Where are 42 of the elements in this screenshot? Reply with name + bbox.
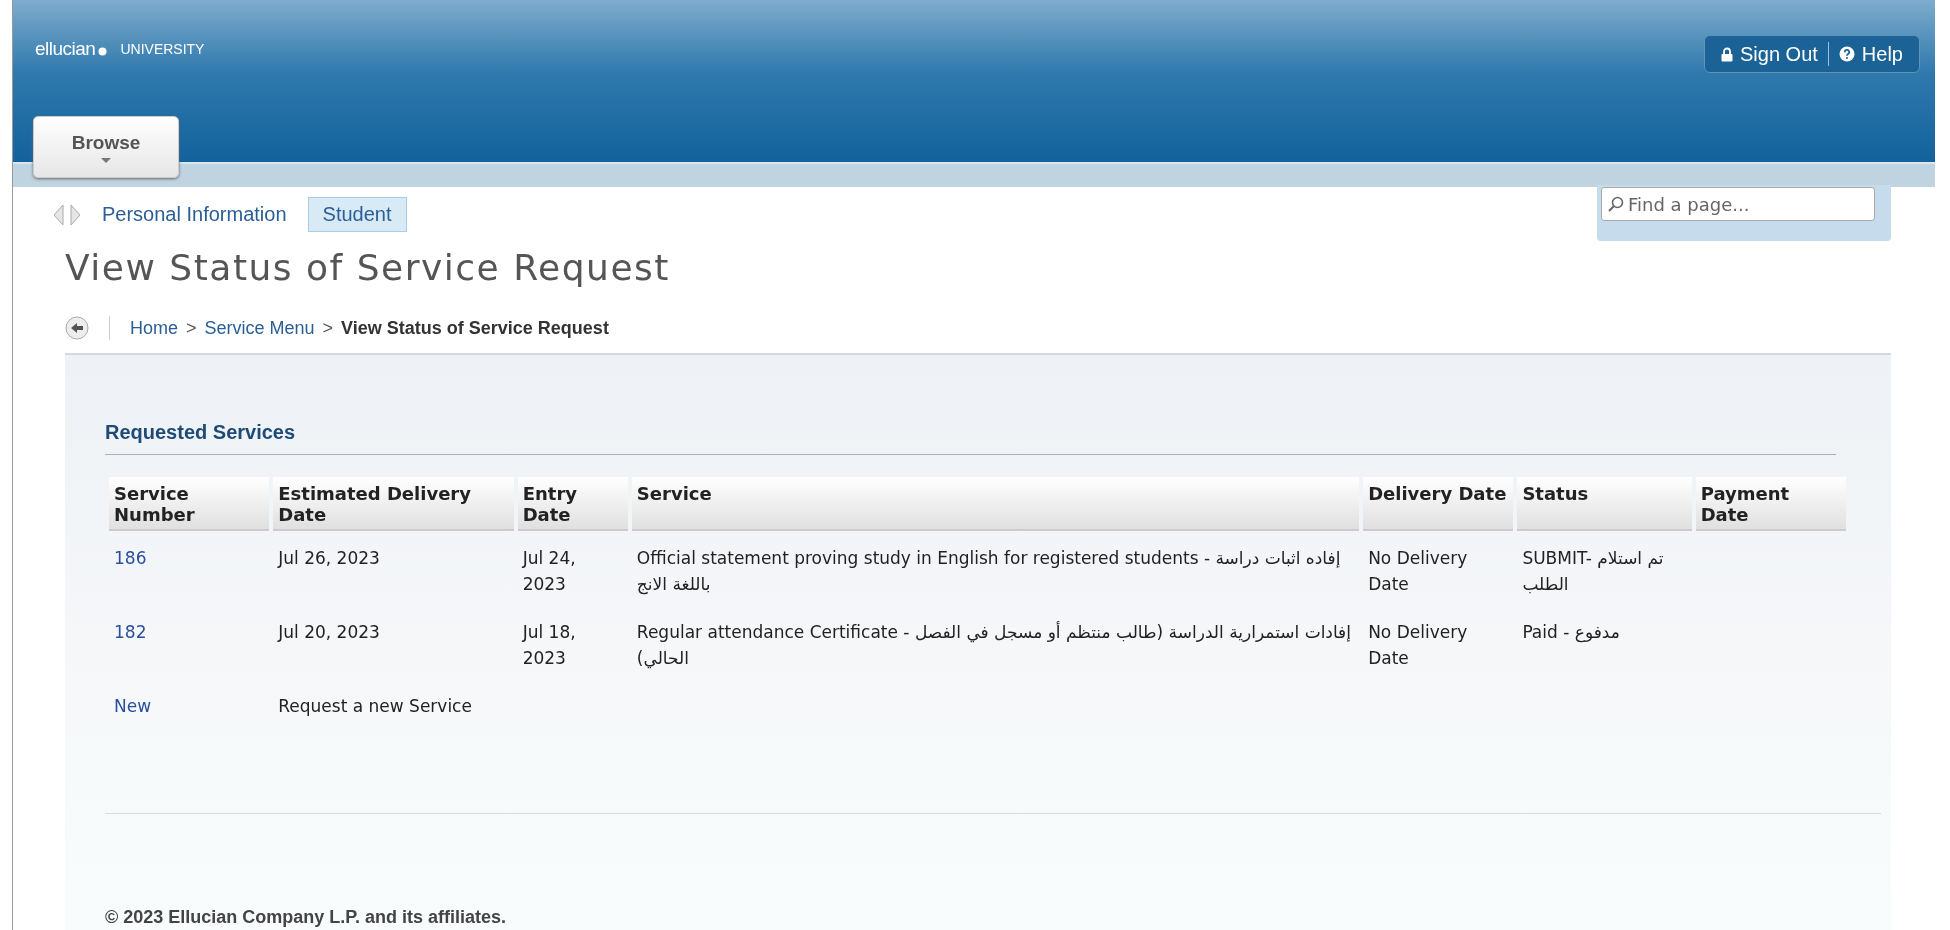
breadcrumb-separator: > (322, 317, 334, 339)
column-header: Estimated Delivery Date (273, 477, 514, 531)
browse-tab[interactable]: Browse (33, 116, 179, 178)
column-header: Delivery Date (1363, 477, 1514, 531)
table-cell-text: No Delivery Date (1367, 547, 1469, 596)
table-cell-text: SUBMIT- تم استلام الطلب (1521, 547, 1665, 596)
help-link[interactable]: Help (1838, 42, 1903, 66)
breadcrumb-link[interactable]: Service Menu (204, 317, 315, 339)
column-header: Entry Date (517, 477, 628, 531)
column-header: Status (1517, 477, 1692, 531)
logo-subtitle: UNIVERSITY (120, 41, 205, 57)
right-arrow-icon (70, 203, 81, 226)
table-cell-text: Jul 24, 2023 (521, 547, 577, 596)
nav-tab[interactable]: Personal Information (87, 197, 302, 232)
nav-tab[interactable]: Student (307, 197, 407, 232)
service-number-link[interactable]: 186 (114, 548, 147, 568)
column-header: Service (631, 477, 1360, 531)
column-header: Service Number (109, 477, 270, 531)
breadcrumb-link[interactable]: Home (130, 317, 178, 339)
table-cell-text: Paid - مدفوع (1521, 621, 1621, 645)
lock-icon (1721, 46, 1734, 62)
left-arrow-icon (53, 203, 64, 226)
breadcrumb-separator: > (186, 317, 197, 339)
logo-text: ellucian (35, 38, 96, 60)
table-cell-text: Regular attendance Certificate - إفادات استمرارية الدراسة (طالب منتظم أو مسجل في الفصل الحالي) (635, 620, 1352, 671)
table-cell-text: No Delivery Date (1367, 621, 1469, 670)
service-number-link[interactable]: New (114, 696, 152, 716)
table-cell-text: Jul 18, 2023 (521, 621, 577, 670)
page-title: View Status of Service Request (64, 246, 671, 290)
copyright-text: © 2023 Ellucian Company L.P. and its affiliates. (105, 907, 507, 928)
table-cell-text: Official statement proving study in English for registered students - إفاده اثبات دراسة باللغة الانج (635, 547, 1342, 597)
question-icon (1838, 46, 1855, 62)
search-icon (1608, 196, 1624, 212)
table-cell-text: Request a new Service (277, 695, 473, 718)
column-header: Payment Date (1695, 477, 1846, 531)
search-field[interactable]: Find a page... (1601, 187, 1875, 221)
table-cell-text: Jul 26, 2023 (276, 547, 381, 570)
breadcrumb-current: View Status of Service Request (341, 317, 609, 339)
service-number-link[interactable]: 182 (114, 622, 147, 642)
section-title: Requested Services (105, 421, 1836, 455)
table-cell-text: Jul 20, 2023 (276, 621, 381, 644)
sign-out-link[interactable]: Sign Out (1721, 42, 1818, 66)
